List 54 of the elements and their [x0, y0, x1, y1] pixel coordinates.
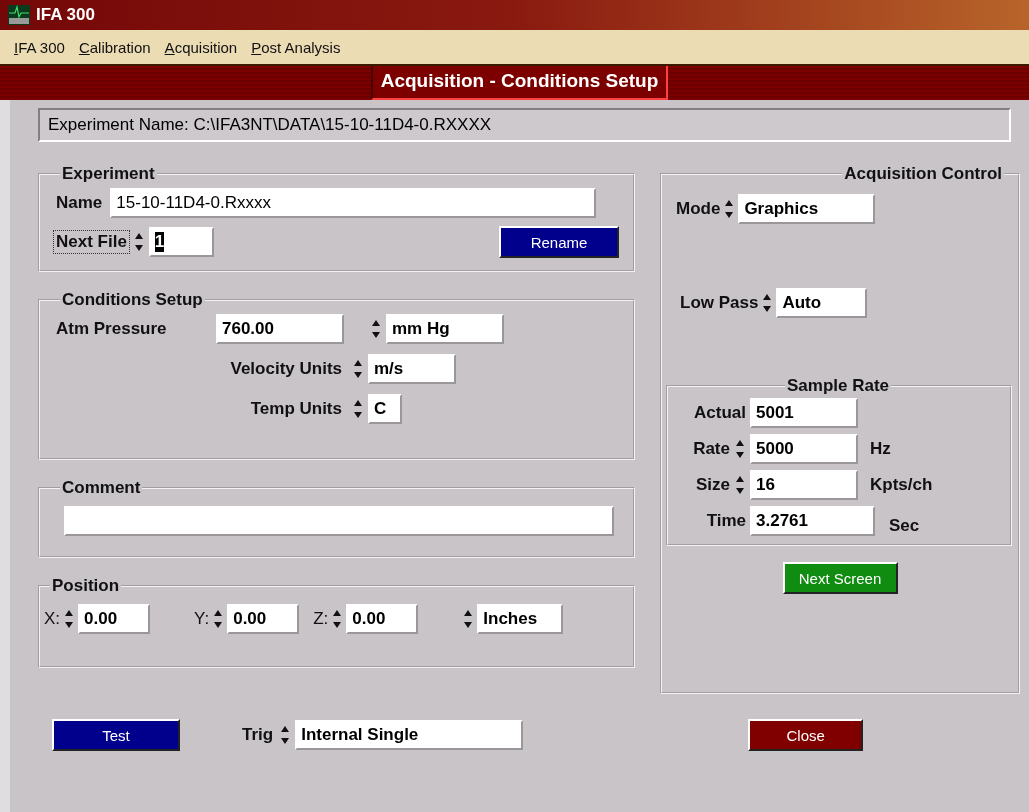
menu-item[interactable]: IFA 300 — [14, 38, 65, 56]
input-field[interactable]: Internal Single — [295, 720, 524, 750]
field-label: Mode — [676, 199, 721, 219]
field-label: Size — [694, 475, 730, 495]
field-label: X: — [44, 609, 61, 629]
group-title: Position — [51, 576, 121, 596]
input-field[interactable]: C — [368, 394, 402, 424]
input-field[interactable]: 16 — [750, 470, 858, 500]
field-label: Z: — [313, 609, 329, 629]
input-field[interactable]: 0.00 — [78, 604, 151, 634]
input-field[interactable]: 3.2761 — [750, 506, 875, 536]
group-title: Conditions Setup — [61, 290, 204, 310]
input-field[interactable]: Auto — [776, 288, 868, 318]
input-field[interactable]: 1 — [148, 227, 214, 257]
input-field[interactable]: 0.00 — [346, 604, 419, 634]
menu-item[interactable]: Post Analysis — [251, 38, 341, 56]
screen-title: Acquisition - Conditions Setup — [370, 66, 669, 100]
field-label: Y: — [194, 609, 210, 629]
field-label: Rate — [692, 439, 730, 459]
field-label: Atm Pressure — [55, 318, 168, 340]
input-field[interactable]: 760.00 — [216, 314, 344, 344]
input-field[interactable]: m/s — [368, 354, 456, 384]
group-title: Acquisition Control — [843, 164, 1003, 184]
comment-field[interactable] — [64, 506, 614, 536]
test-button[interactable]: Test — [52, 719, 180, 751]
group-title: Comment — [61, 478, 142, 498]
close-button[interactable]: Close — [748, 719, 864, 751]
group-title: Sample Rate — [785, 376, 890, 396]
input-field[interactable]: Graphics — [738, 194, 876, 224]
field-label: Trig — [241, 724, 275, 746]
unit-label: Hz — [870, 439, 891, 459]
unit-label: Kpts/ch — [870, 475, 933, 495]
unit-label: Sec — [889, 516, 920, 536]
app-icon — [8, 5, 30, 25]
input-field[interactable]: 5000 — [750, 434, 858, 464]
field-label: Next File — [54, 231, 129, 253]
input-field[interactable]: 0.00 — [227, 604, 300, 634]
menu-item[interactable]: Acquisition — [164, 38, 238, 56]
rename-button[interactable]: Rename — [499, 226, 619, 258]
field-label: Actual — [693, 403, 746, 423]
field-label: Temp Units — [249, 398, 343, 420]
input-field[interactable]: Inches — [477, 604, 564, 634]
window-title: IFA 300 — [36, 5, 95, 25]
field-label: Time — [705, 511, 746, 531]
field-label: Low Pass — [680, 293, 759, 313]
input-field[interactable]: 5001 — [750, 398, 858, 428]
next-screen-button[interactable]: Next Screen — [782, 562, 898, 594]
group-title: Experiment — [61, 164, 156, 184]
input-field[interactable]: 15-10-11D4-0.Rxxxx — [110, 188, 597, 218]
menu-item[interactable]: Calibration — [78, 38, 151, 56]
field-label: Name — [55, 192, 104, 214]
input-field[interactable]: mm Hg — [386, 314, 504, 344]
field-label: Velocity Units — [229, 358, 343, 380]
experiment-name-field: Experiment Name: C:\IFA3NT\DATA\15-10-11D4-0.RXXXX — [38, 108, 1011, 142]
